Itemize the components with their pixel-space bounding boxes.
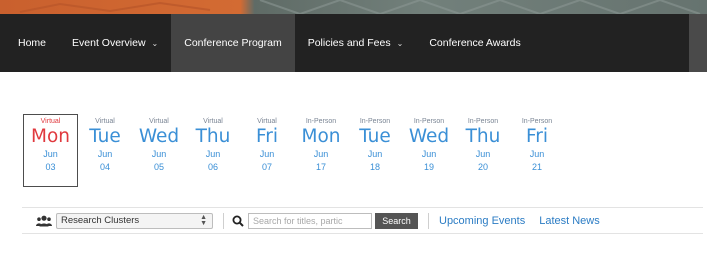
nav-item-label: Conference Program: [184, 37, 282, 49]
day-tab[interactable]: Virtual Tue Jun 04: [78, 115, 132, 187]
day-tab[interactable]: In-Person Fri Jun 21: [510, 115, 564, 187]
day-name: Mon: [301, 126, 341, 147]
nav-item-policies-and-fees[interactable]: Policies and Fees ⌄: [295, 14, 417, 72]
search-icon: [232, 215, 244, 227]
day-mode: Virtual: [257, 118, 277, 125]
nav-item-event-overview[interactable]: Event Overview ⌄: [59, 14, 171, 72]
day-month: Jun: [529, 149, 545, 159]
day-name: Thu: [465, 126, 501, 147]
day-mode: In-Person: [521, 118, 553, 125]
day-date: 06: [207, 162, 218, 172]
chevron-down-icon: ⌄: [396, 38, 404, 48]
day-month: Jun: [313, 149, 329, 159]
nav-item-label: Event Overview: [72, 37, 146, 49]
day-date: 21: [531, 162, 542, 172]
banner-pattern: [19, 0, 701, 14]
day-name: Tue: [89, 126, 121, 147]
day-mode: Virtual: [203, 118, 223, 125]
day-name: Mon: [30, 126, 70, 147]
day-name: Tue: [359, 126, 391, 147]
day-month: Jun: [259, 149, 275, 159]
day-month: Jun: [475, 149, 491, 159]
day-date: 18: [369, 162, 380, 172]
search-button[interactable]: Search: [375, 212, 418, 229]
day-month: Jun: [367, 149, 383, 159]
nav-item-conference-program[interactable]: Conference Program: [171, 14, 295, 72]
day-date: 07: [261, 162, 272, 172]
users-icon: [36, 215, 52, 226]
day-month: Jun: [205, 149, 221, 159]
day-mode: In-Person: [359, 118, 391, 125]
nav-item-conference-awards[interactable]: Conference Awards: [416, 14, 533, 72]
day-name: Fri: [255, 126, 279, 147]
day-date: 17: [315, 162, 326, 172]
day-date: 19: [423, 162, 434, 172]
select-arrows-icon: ▲ ▼: [200, 213, 207, 227]
latest-news-link[interactable]: Latest News: [539, 215, 600, 227]
clipped-section-heading: [22, 246, 28, 254]
day-name: Wed: [138, 126, 180, 147]
divider: [428, 212, 429, 229]
nav-item-label: Policies and Fees: [307, 37, 391, 49]
day-tab[interactable]: Virtual Wed Jun 05: [132, 115, 186, 187]
day-mode: Virtual: [95, 118, 115, 125]
day-month: Jun: [151, 149, 167, 159]
day-tab[interactable]: In-Person Wed Jun 19: [402, 115, 456, 187]
day-tab[interactable]: Virtual Mon Jun 03: [23, 114, 78, 187]
select-value: Research Clusters: [61, 215, 140, 226]
day-date: 04: [99, 162, 110, 172]
day-month: Jun: [421, 149, 437, 159]
main-navigation: Home Event Overview ⌄ Conference Program…: [0, 14, 707, 72]
nav-item-label: Conference Awards: [429, 37, 521, 49]
nav-item-label: Home: [18, 37, 47, 49]
header-banner: [0, 0, 707, 14]
research-clusters-select[interactable]: Research Clusters ▲ ▼: [56, 212, 213, 229]
upcoming-events-link[interactable]: Upcoming Events: [439, 215, 525, 227]
day-month: Jun: [97, 149, 113, 159]
day-date: 05: [153, 162, 164, 172]
day-mode: In-Person: [413, 118, 445, 125]
day-mode: Virtual: [149, 118, 169, 125]
day-selector: Virtual Mon Jun 03 Virtual Tue Jun 04 Vi…: [23, 114, 564, 187]
day-tab[interactable]: In-Person Thu Jun 20: [456, 115, 510, 187]
filter-bar: Research Clusters ▲▼ Search Upcoming Eve…: [22, 207, 703, 234]
divider: [223, 212, 224, 229]
day-month: Jun: [43, 149, 58, 159]
search-input[interactable]: [248, 212, 372, 229]
day-name: Wed: [408, 126, 450, 147]
nav-overflow-edge[interactable]: [689, 14, 707, 72]
day-name: Thu: [195, 126, 231, 147]
day-tab[interactable]: In-Person Mon Jun 17: [294, 115, 348, 187]
day-name: Fri: [525, 126, 549, 147]
day-mode: In-Person: [305, 118, 337, 125]
day-date: 03: [45, 162, 56, 172]
chevron-down-icon: ⌄: [151, 38, 159, 48]
day-date: 20: [477, 162, 488, 172]
nav-item-home[interactable]: Home: [0, 14, 59, 72]
day-tab[interactable]: Virtual Fri Jun 07: [240, 115, 294, 187]
day-tab[interactable]: In-Person Tue Jun 18: [348, 115, 402, 187]
day-mode: In-Person: [467, 118, 499, 125]
day-mode: Virtual: [40, 118, 61, 125]
day-tab[interactable]: Virtual Thu Jun 06: [186, 115, 240, 187]
